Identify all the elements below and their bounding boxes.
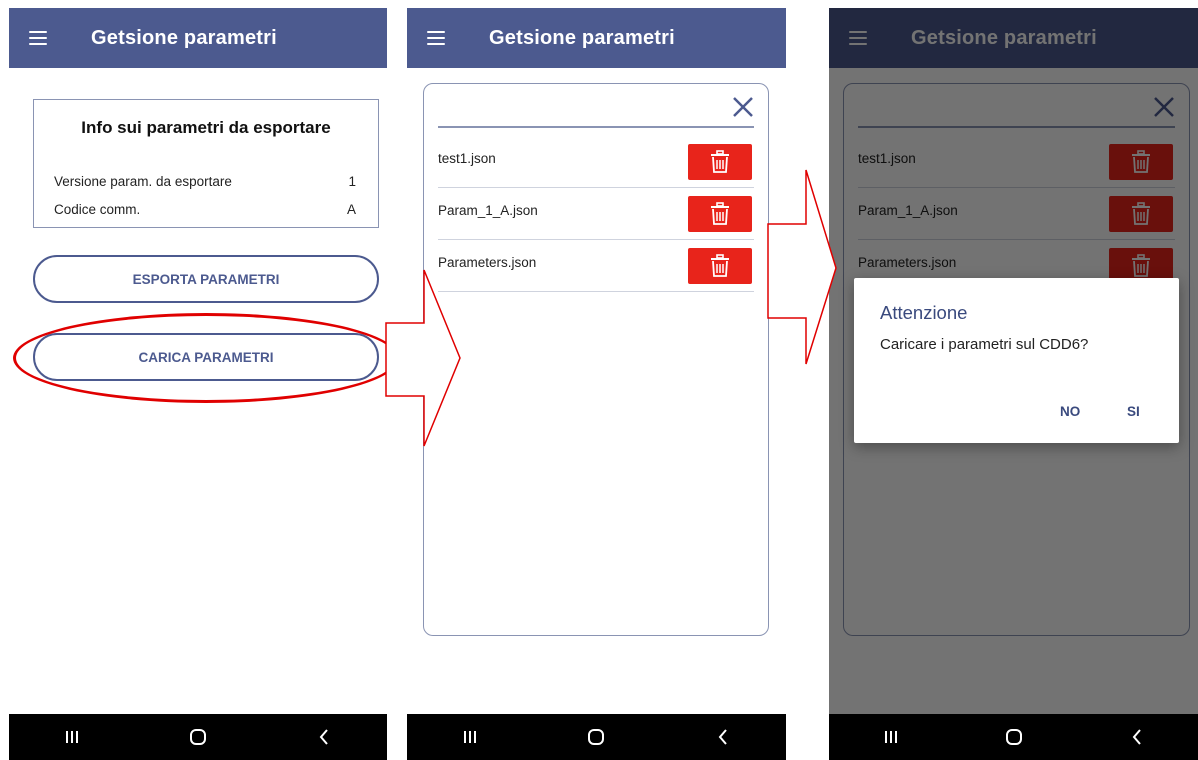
app-title: Getsione parametri (489, 26, 675, 49)
info-row-code: Codice comm. A (54, 202, 356, 217)
highlight-annotation (13, 313, 387, 403)
file-list-item[interactable]: Parameters.json (438, 240, 754, 292)
info-label: Versione param. da esportare (54, 174, 232, 189)
yes-button[interactable]: SI (1127, 404, 1140, 419)
trash-icon (711, 202, 729, 225)
app-bar: Getsione parametri (9, 8, 387, 68)
no-button[interactable]: NO (1060, 404, 1080, 419)
recents-icon[interactable] (60, 725, 84, 749)
close-icon[interactable] (730, 94, 756, 120)
delete-file-button[interactable] (688, 196, 752, 232)
file-list-item[interactable]: Param_1_A.json (438, 188, 754, 240)
info-row-version: Versione param. da esportare 1 (54, 174, 356, 189)
recents-icon[interactable] (879, 725, 903, 749)
home-icon[interactable] (186, 725, 210, 749)
system-nav-bar (9, 714, 387, 760)
delete-file-button[interactable] (688, 144, 752, 180)
home-icon[interactable] (584, 725, 608, 749)
system-nav-bar (407, 714, 786, 760)
screen-parameters-main: Getsione parametri Info sui parametri da… (9, 8, 387, 760)
flow-arrow-right (385, 269, 461, 447)
delete-file-button[interactable] (688, 248, 752, 284)
file-name[interactable]: Param_1_A.json (438, 203, 538, 218)
dialog-divider (438, 126, 754, 128)
system-nav-bar (829, 714, 1198, 760)
info-card: Info sui parametri da esportare Versione… (33, 99, 379, 228)
confirm-dialog: Attenzione Caricare i parametri sul CDD6… (854, 278, 1179, 443)
file-name[interactable]: test1.json (438, 151, 496, 166)
file-picker-dialog: test1.json Param_1_A.json Parameters.jso… (423, 83, 769, 636)
back-icon[interactable] (312, 725, 336, 749)
trash-icon (711, 254, 729, 277)
back-icon[interactable] (711, 725, 735, 749)
app-bar: Getsione parametri (407, 8, 786, 68)
info-card-title: Info sui parametri da esportare (81, 118, 331, 137)
dialog-message: Caricare i parametri sul CDD6? (880, 336, 1089, 353)
back-icon[interactable] (1125, 725, 1149, 749)
export-parameters-button[interactable]: ESPORTA PARAMETRI (33, 255, 379, 303)
home-icon[interactable] (1002, 725, 1026, 749)
dialog-title: Attenzione (880, 302, 968, 323)
flow-arrow-right (767, 169, 837, 365)
menu-icon[interactable] (427, 31, 445, 45)
trash-icon (711, 150, 729, 173)
file-list-item[interactable]: test1.json (438, 136, 754, 188)
recents-icon[interactable] (458, 725, 482, 749)
info-label: Codice comm. (54, 202, 141, 217)
menu-icon[interactable] (29, 31, 47, 45)
app-title: Getsione parametri (91, 26, 277, 49)
info-value: 1 (348, 174, 356, 189)
info-value: A (346, 202, 356, 217)
screen-confirm-load: Getsione parametri test1.json Param_1_A.… (829, 8, 1198, 760)
